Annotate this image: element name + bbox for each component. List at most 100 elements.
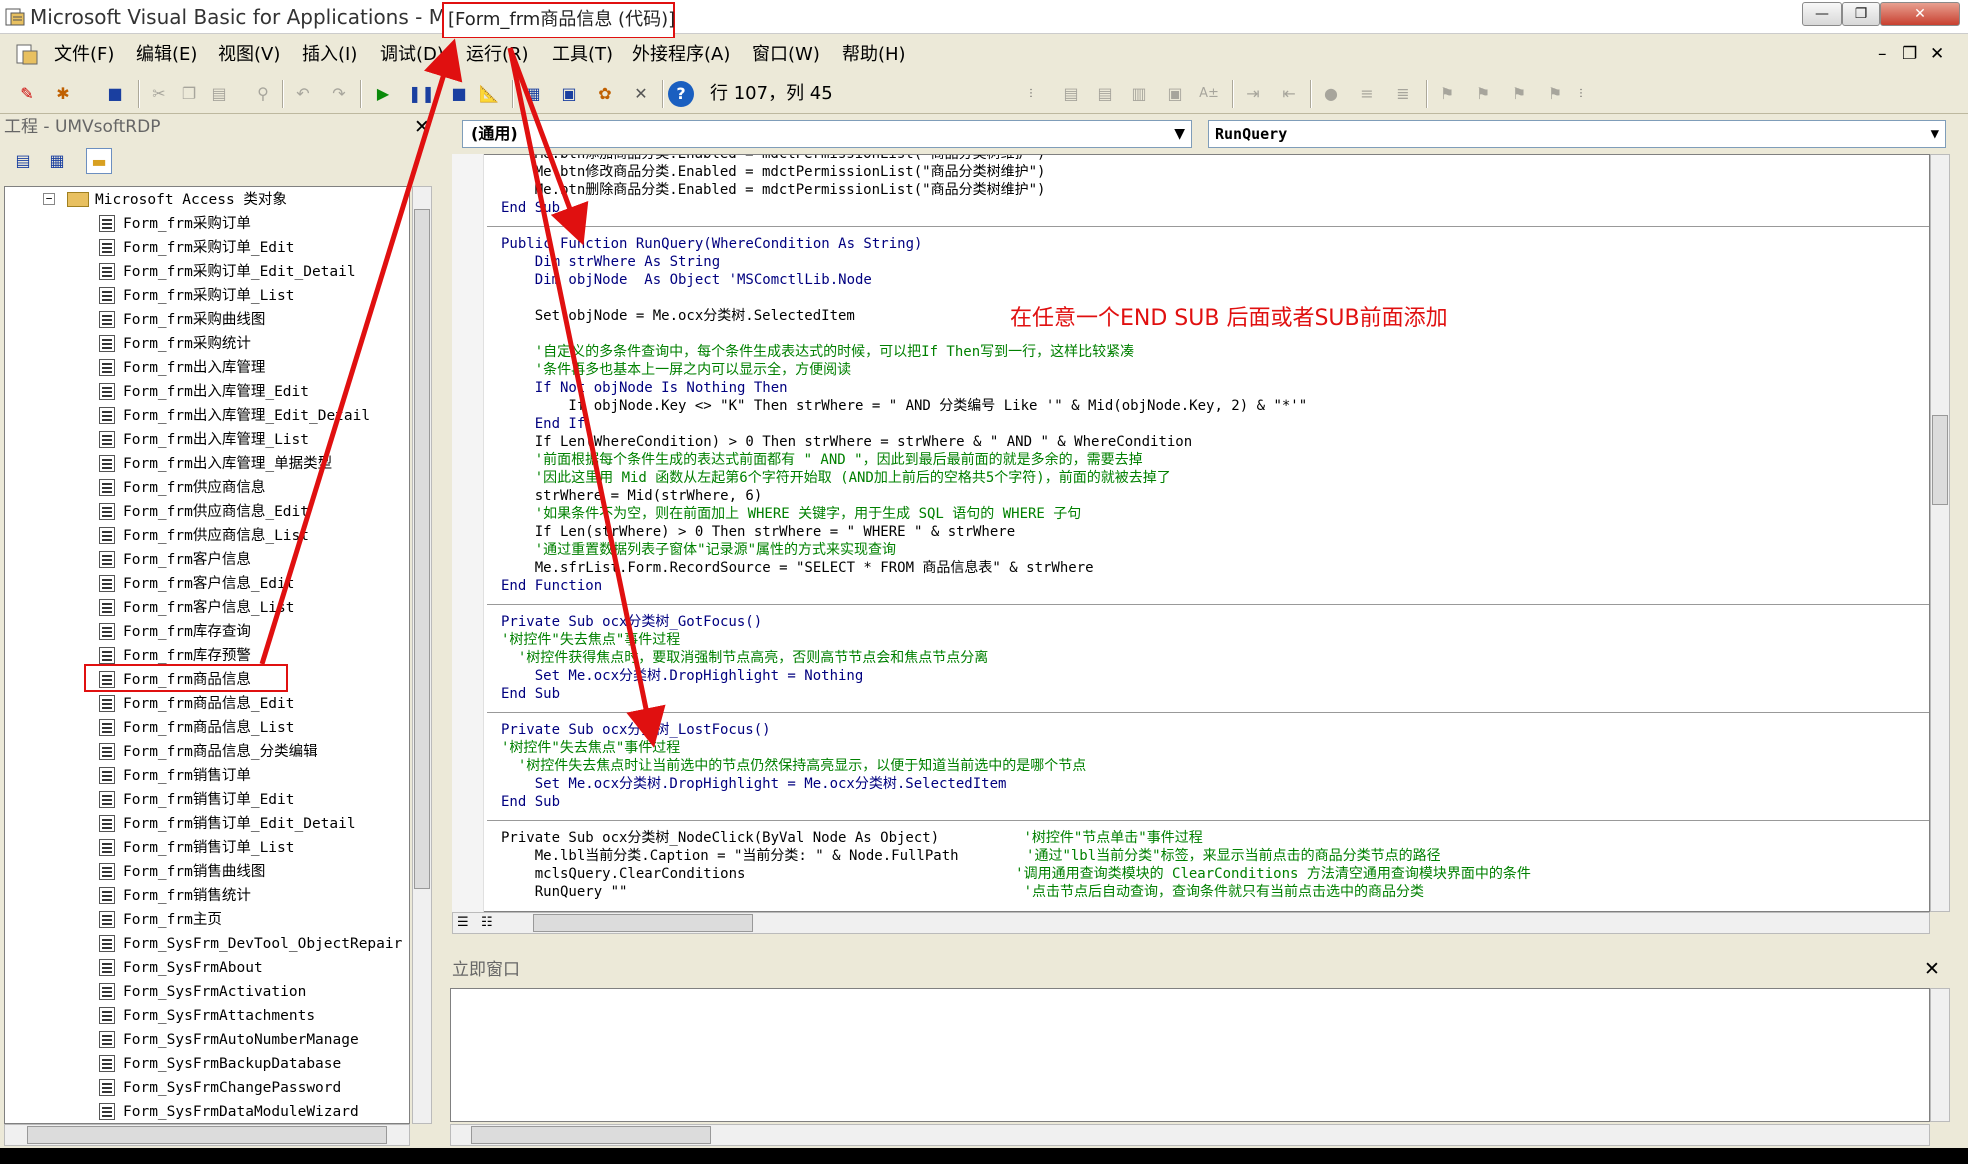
immediate-window-close-button[interactable]: ✕ [1924, 958, 1940, 980]
toggle-breakpoint-icon[interactable]: ● [1318, 81, 1344, 107]
code-line[interactable]: Set Me.ocx分类树.DropHighlight = Me.ocx分类树.… [501, 775, 1007, 793]
scroll-thumb[interactable] [1932, 415, 1948, 505]
break-icon[interactable]: ❚❚ [408, 81, 435, 107]
mdi-close-button[interactable]: ✕ [1930, 44, 1944, 64]
menu-help[interactable]: 帮助(H) [842, 42, 906, 68]
save-icon[interactable]: ■ [102, 81, 128, 107]
parameter-info-icon[interactable]: ▣ [1162, 81, 1188, 107]
menu-insert[interactable]: 插入(I) [302, 42, 357, 68]
minimize-button[interactable]: — [1802, 2, 1842, 26]
code-line[interactable]: strWhere = Mid(strWhere, 6) [501, 487, 763, 505]
list-properties-icon[interactable]: ▤ [1058, 81, 1084, 107]
code-margin[interactable] [452, 154, 484, 912]
code-line[interactable]: End Sub [501, 685, 560, 703]
code-line[interactable]: Me.btn删除商品分类.Enabled = mdctPermissionLis… [501, 181, 1046, 199]
code-line[interactable]: End If [501, 415, 586, 433]
menu-file[interactable]: 文件(F) [54, 42, 114, 68]
undo-icon[interactable]: ↶ [290, 81, 316, 107]
code-line[interactable]: Private Sub ocx分类树_NodeClick(ByVal Node … [501, 829, 1203, 847]
previous-bookmark-icon[interactable]: ⚑ [1506, 81, 1532, 107]
scroll-thumb[interactable] [414, 209, 430, 889]
code-line[interactable]: Me.btn添加商品分类.Enabled = mdctPermissionLis… [501, 155, 1046, 163]
toolbar-overflow-icon[interactable]: ⋮ [1024, 81, 1038, 107]
code-line[interactable]: Private Sub ocx分类树_LostFocus() [501, 721, 771, 739]
project-explorer-icon[interactable]: ▦ [520, 81, 546, 107]
outdent-icon[interactable]: ⇤ [1276, 81, 1302, 107]
run-icon[interactable]: ▶ [370, 81, 396, 107]
code-line[interactable]: End Function [501, 577, 602, 595]
code-line[interactable]: Public Function RunQuery(WhereCondition … [501, 235, 922, 253]
indent-icon[interactable]: ⇥ [1240, 81, 1266, 107]
clear-bookmarks-icon[interactable]: ⚑ [1542, 81, 1568, 107]
project-explorer-close-button[interactable]: ✕ [414, 116, 430, 138]
view-object-icon[interactable]: ▦ [44, 148, 70, 174]
immediate-horizontal-scrollbar[interactable] [450, 1124, 1930, 1146]
scroll-thumb[interactable] [533, 914, 753, 932]
code-line[interactable]: If objNode.Key <> "K" Then strWhere = " … [501, 397, 1307, 415]
project-horizontal-scrollbar[interactable] [4, 1124, 410, 1146]
object-browser-icon[interactable]: ✿ [592, 81, 618, 107]
code-line[interactable]: End Sub [501, 793, 560, 811]
code-line[interactable]: Dim strWhere As String [501, 253, 720, 271]
complete-word-icon[interactable]: A± [1196, 81, 1222, 107]
code-line[interactable]: '自定义的多条件查询中，每个条件生成表达式的时候，可以把If Then写到一行，… [501, 343, 1134, 361]
scroll-thumb[interactable] [471, 1126, 711, 1144]
quick-info-icon[interactable]: ▥ [1126, 81, 1152, 107]
dropdown-arrow-icon[interactable]: ▼ [1174, 121, 1185, 147]
list-constants-icon[interactable]: ▤ [1092, 81, 1118, 107]
code-line[interactable]: '通过重置数据列表子窗体"记录源"属性的方式来实现查询 [501, 541, 896, 559]
code-line[interactable]: '前面根据每个条件生成的表达式前面都有 " AND "，因此到最后最前面的就是多… [501, 451, 1143, 469]
procedure-combobox[interactable]: RunQuery ▼ [1208, 120, 1946, 148]
object-combobox[interactable]: (通用) ▼ [462, 120, 1192, 148]
reset-icon[interactable]: ■ [446, 81, 472, 107]
code-line[interactable]: Dim objNode As Object 'MSComctlLib.Node [501, 271, 872, 289]
help-icon[interactable]: ? [668, 81, 694, 107]
view-code-icon[interactable]: ▤ [10, 148, 36, 174]
immediate-window[interactable] [450, 988, 1930, 1122]
code-line[interactable]: If Not objNode Is Nothing Then [501, 379, 788, 397]
menu-debug[interactable]: 调试(D) [380, 42, 444, 68]
code-line[interactable]: End Sub [501, 199, 560, 217]
dropdown-arrow-icon[interactable]: ▼ [1931, 121, 1939, 147]
immediate-vertical-scrollbar[interactable] [1930, 988, 1950, 1122]
design-mode-icon[interactable]: 📐 [476, 81, 502, 107]
mdi-restore-button[interactable]: ❐ [1902, 44, 1917, 64]
insert-object-icon[interactable]: ✱ [50, 81, 76, 107]
code-line[interactable]: RunQuery "" '点击节点后自动查询，查询条件就只有当前点击选中的商品分… [501, 883, 1424, 901]
collapse-icon[interactable]: − [43, 193, 55, 205]
project-vertical-scrollbar[interactable] [412, 186, 432, 1124]
restore-button[interactable]: ❐ [1842, 2, 1880, 26]
code-vertical-scrollbar[interactable] [1930, 154, 1950, 912]
mdi-minimize-button[interactable]: – [1878, 44, 1887, 64]
menu-tools[interactable]: 工具(T) [552, 42, 613, 68]
code-line[interactable]: Set objNode = Me.ocx分类树.SelectedItem [501, 307, 855, 325]
code-line[interactable]: mclsQuery.ClearConditions '调用通用查询类模块的 Cl… [501, 865, 1531, 883]
menu-view[interactable]: 视图(V) [218, 42, 280, 68]
toolbar-overflow-icon[interactable]: ⋮ [1574, 81, 1588, 107]
access-view-icon[interactable]: ✎ [14, 81, 40, 107]
toggle-folders-icon[interactable]: ▬ [86, 148, 112, 174]
find-icon[interactable]: ⚲ [250, 81, 276, 107]
code-line[interactable]: Set Me.ocx分类树.DropHighlight = Nothing [501, 667, 864, 685]
properties-icon[interactable]: ▣ [556, 81, 582, 107]
copy-icon[interactable]: ❐ [176, 81, 202, 107]
uncomment-block-icon[interactable]: ≣ [1390, 81, 1416, 107]
next-bookmark-icon[interactable]: ⚑ [1470, 81, 1496, 107]
close-button[interactable]: ✕ [1880, 2, 1960, 26]
procedure-view-icon[interactable]: ☰ [457, 915, 469, 930]
menu-window[interactable]: 窗口(W) [752, 42, 820, 68]
code-line[interactable]: Me.lbl当前分类.Caption = "当前分类: " & Node.Ful… [501, 847, 1441, 865]
toggle-bookmark-icon[interactable]: ⚑ [1434, 81, 1460, 107]
cut-icon[interactable]: ✂ [146, 81, 172, 107]
code-line[interactable]: '如果条件不为空，则在前面加上 WHERE 关键字，用于生成 SQL 语句的 W… [501, 505, 1082, 523]
paste-icon[interactable]: ▤ [206, 81, 232, 107]
code-line[interactable]: '树控件"失去焦点"事件过程 [501, 739, 680, 757]
menu-run[interactable]: 运行(R) [466, 42, 529, 68]
code-line[interactable]: '树控件"失去焦点"事件过程 [501, 631, 680, 649]
full-module-view-icon[interactable]: ☷ [481, 915, 493, 930]
code-line[interactable]: If Len(strWhere) > 0 Then strWhere = " W… [501, 523, 1015, 541]
code-line[interactable]: '条件再多也基本上一屏之内可以显示全，方便阅读 [501, 361, 851, 379]
code-line[interactable]: '树控件获得焦点时，要取消强制节点高亮，否则高节节点会和焦点节点分离 [501, 649, 988, 667]
code-line[interactable]: '树控件失去焦点时让当前选中的节点仍然保持高亮显示，以便于知道当前选中的是哪个节… [501, 757, 1086, 775]
toolbox-icon[interactable]: ✕ [628, 81, 654, 107]
